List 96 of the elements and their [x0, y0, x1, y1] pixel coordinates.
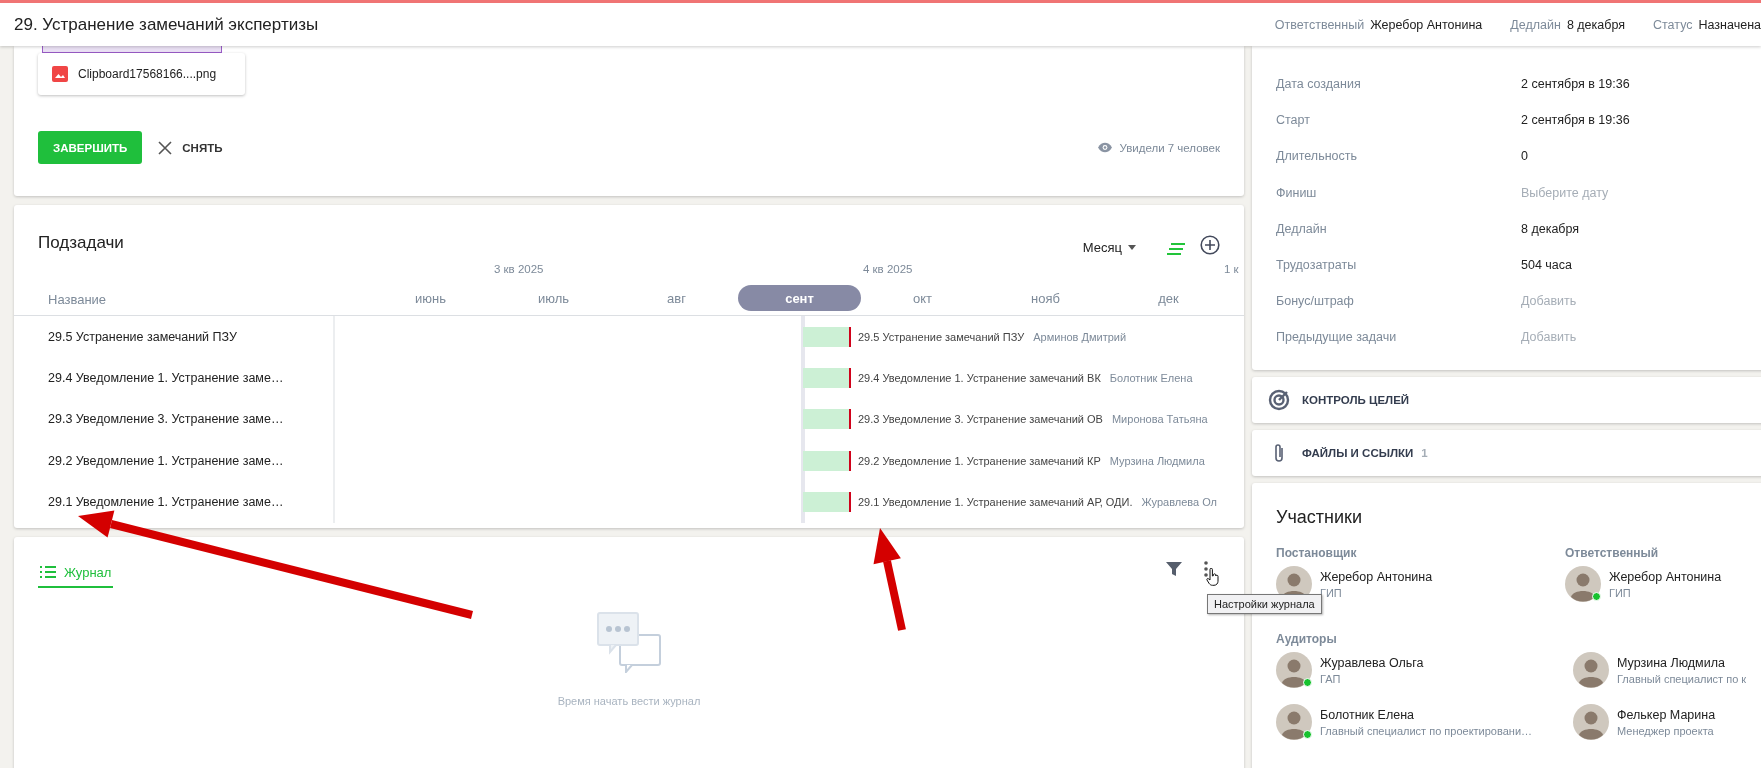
detail-label: Бонус/штраф — [1276, 294, 1355, 309]
section-header[interactable]: КОНТРОЛЬ ЦЕЛЕЙ — [1252, 377, 1761, 423]
detail-link[interactable]: Добавить — [1521, 330, 1748, 345]
quarter-label: 1 к — [1224, 263, 1239, 275]
add-button[interactable] — [1200, 235, 1220, 255]
month-label[interactable]: дек — [1107, 285, 1230, 311]
gantt-bar[interactable] — [803, 368, 851, 389]
person-name: Мурзина Людмила — [1617, 655, 1726, 670]
section-count: 1 — [1421, 447, 1428, 459]
detail-label: Дедлайн — [1276, 221, 1328, 236]
role-label: Ответственный — [1565, 546, 1660, 560]
month-label[interactable]: авг — [615, 285, 738, 311]
section-label: КОНТРОЛЬ ЦЕЛЕЙ — [1302, 394, 1410, 406]
caret-icon — [1128, 245, 1136, 250]
scale-dropdown[interactable]: Месяц — [1082, 240, 1136, 255]
detail-label: Старт — [1276, 113, 1311, 128]
bar-label: 29.5 Устранение замечаний ПЗУ — [858, 330, 1025, 343]
detail-value: 2 сентября в 19:36 — [1521, 113, 1631, 128]
subtask-name[interactable]: 29.4 Уведомление 1. Устранение заме… — [14, 357, 335, 399]
journal-tab[interactable]: Журнал — [38, 558, 114, 588]
quarter-label: 4 кв 2025 — [863, 263, 913, 275]
filter-icon[interactable] — [1166, 561, 1182, 577]
gantt-bar[interactable] — [803, 409, 851, 430]
gantt-bar[interactable] — [803, 450, 851, 471]
tooltip: Настройки журнала — [1207, 594, 1322, 614]
role-label: Аудиторы — [1276, 632, 1338, 646]
views-count: Увидели 7 человек — [1119, 141, 1220, 154]
close-icon — [158, 140, 173, 155]
eye-icon — [1096, 142, 1113, 153]
column-header: Название — [47, 292, 108, 309]
detail-label: Финиш — [1276, 185, 1318, 200]
detail-label: Предыдущие задачи — [1276, 330, 1398, 345]
complete-button[interactable]: ЗАВЕРШИТЬ — [38, 131, 143, 164]
detail-label: Дата создания — [1276, 77, 1362, 92]
avatar — [1565, 566, 1601, 602]
more-icon[interactable] — [1204, 561, 1208, 577]
empty-message: Время начать вести журнал — [557, 695, 701, 707]
person-name: Фелькер Марина — [1617, 707, 1716, 722]
target-icon — [1268, 389, 1290, 411]
field-label: Статус — [1653, 17, 1693, 32]
avatar — [1276, 652, 1312, 688]
subtask-name[interactable]: 29.5 Устранение замечаний ПЗУ — [14, 316, 335, 358]
quarter-label: 3 кв 2025 — [494, 263, 544, 275]
subtask-name[interactable]: 29.3 Уведомление 3. Устранение заме… — [14, 398, 335, 441]
detail-value: 0 — [1521, 149, 1529, 164]
section-label: ФАЙЛЫ И ССЫЛКИ — [1302, 447, 1414, 459]
section-title: Участники — [1276, 507, 1363, 528]
role-label: Постановщик — [1276, 546, 1358, 560]
gantt-bar[interactable] — [803, 492, 851, 513]
month-label[interactable]: июнь — [369, 285, 492, 311]
detail-value: 504 часа — [1521, 258, 1573, 273]
section-title: Подзадачи — [38, 233, 125, 254]
bar-assignee: Болотник Елена — [1109, 372, 1193, 385]
bar-assignee: Мурзина Людмила — [1109, 454, 1205, 467]
gantt-bar[interactable] — [803, 326, 851, 347]
month-label[interactable]: нояб — [984, 285, 1107, 311]
detail-link[interactable]: Выберите дату — [1521, 185, 1748, 200]
detail-link[interactable]: Добавить — [1521, 294, 1748, 309]
bar-label: 29.3 Уведомление 3. Устранение замечаний ОВ — [858, 413, 1103, 426]
detail-value: 8 декабря — [1521, 221, 1581, 236]
field-label: Дедлайн — [1510, 17, 1561, 32]
remove-button[interactable]: СНЯТЬ — [152, 139, 229, 156]
person-name: Болотник Елена — [1320, 707, 1415, 722]
avatar — [1276, 704, 1312, 740]
image-file-icon — [52, 66, 68, 82]
person-role: ГАП — [1320, 672, 1342, 685]
field-value: 8 декабря — [1566, 17, 1625, 32]
section-header[interactable]: ФАЙЛЫ И ССЫЛКИ 1 — [1252, 430, 1761, 476]
person-role: Менеджер проекта — [1617, 724, 1715, 737]
month-label[interactable]: сент — [738, 285, 861, 311]
attachment-chip[interactable]: Clipboard17568166....png — [38, 53, 245, 95]
field-value: Назначена — [1698, 17, 1761, 32]
chat-bubbles-icon — [596, 611, 662, 673]
bar-assignee: Журавлева Ол — [1141, 496, 1217, 509]
field-value: Жеребор Антонина — [1370, 17, 1483, 32]
list-icon — [40, 566, 56, 578]
bar-label: 29.4 Уведомление 1. Устранение замечаний ВК — [858, 372, 1101, 385]
subtask-name[interactable]: 29.2 Уведомление 1. Устранение заме… — [14, 440, 335, 482]
month-label[interactable]: июль — [492, 285, 615, 311]
detail-label: Длительность — [1276, 149, 1358, 164]
detail-label: Трудозатраты — [1276, 258, 1358, 273]
bar-label: 29.1 Уведомление 1. Устранение замечаний АР, ОДИ. — [858, 496, 1133, 509]
person-name: Журавлева Ольга — [1320, 655, 1424, 670]
bar-assignee: Миронова Татьяна — [1111, 413, 1208, 426]
detail-value: 2 сентября в 19:36 — [1521, 77, 1631, 92]
month-label[interactable]: окт — [861, 285, 984, 311]
person-role: Главный специалист по к — [1617, 672, 1747, 685]
person-role: ГИП — [1609, 586, 1632, 599]
person-name: Жеребор Антонина — [1320, 569, 1433, 584]
person-name: Жеребор Антонина — [1609, 569, 1722, 584]
bar-assignee: Арминов Дмитрий — [1033, 330, 1127, 343]
person-role: Главный специалист по проектировани… — [1320, 724, 1533, 737]
hand-cursor-icon — [1206, 568, 1220, 586]
field-label: Ответственный — [1274, 17, 1365, 32]
task-title: 29. Устранение замечаний экспертизы — [14, 14, 320, 35]
bar-label: 29.2 Уведомление 1. Устранение замечаний КР — [858, 454, 1101, 467]
